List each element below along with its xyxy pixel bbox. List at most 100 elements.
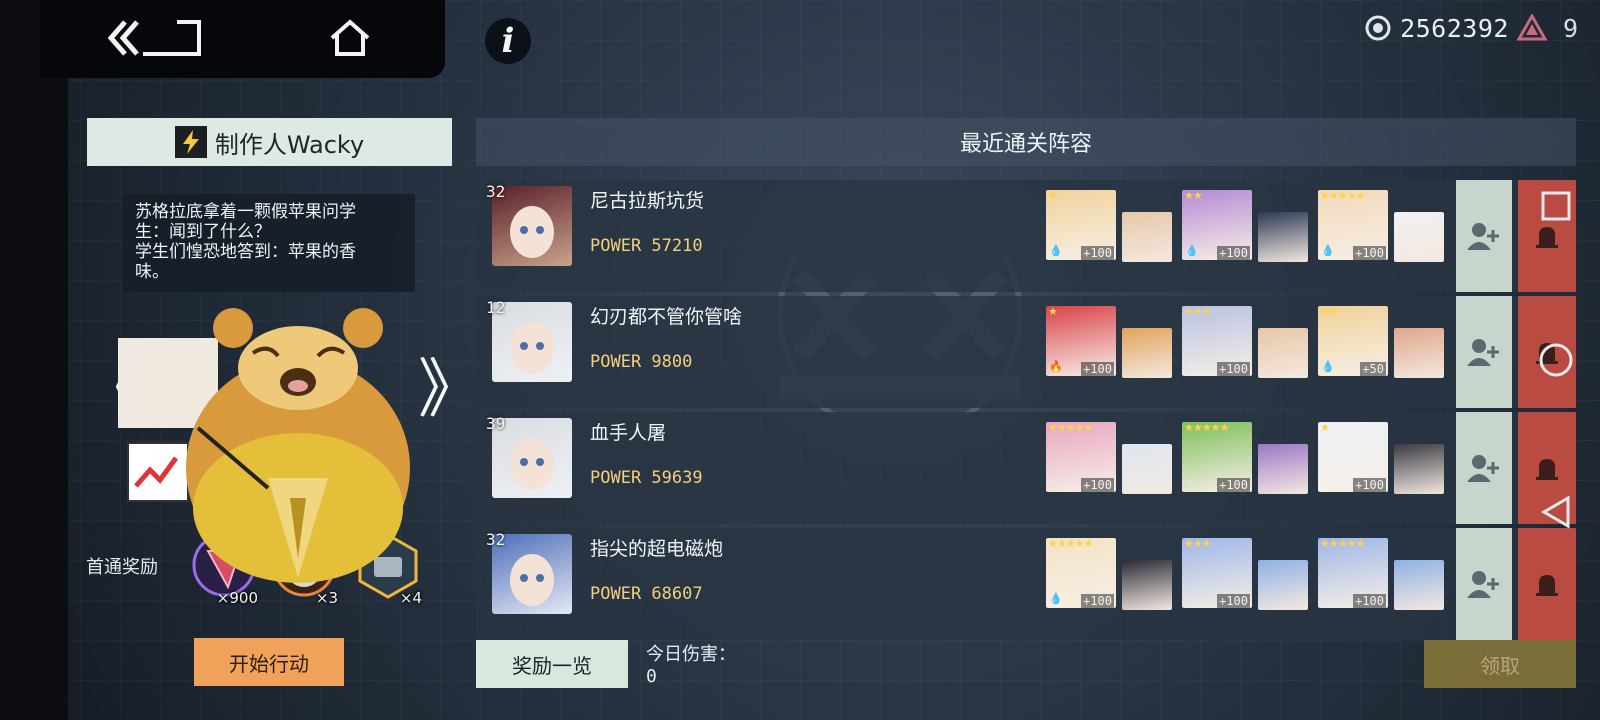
recent-clears-title-bar: 最近通关阵容 [476,118,1576,166]
team-row: 32 尼古拉斯坑货 POWER 57210 ★ 💧 +100 ★★ 💧 +100… [476,180,1576,292]
game-screen: i 2562392 9 制作人Wacky 苏格拉底拿着一颗假苹果问学 生：闻到了… [0,0,1600,720]
lightning-icon [174,126,207,158]
leader-level: 12 [486,298,506,317]
credits-icon [1365,15,1391,41]
circle-icon [1539,343,1573,377]
unit-plus-level: +100 [1217,478,1250,492]
unit-plus-level: +100 [1217,246,1250,260]
system-back-button[interactable] [1536,492,1576,532]
support-unit-portrait [1394,212,1444,262]
unit-plus-level: +100 [1081,594,1114,608]
today-damage-label: 今日伤害： [646,644,736,665]
unit-plus-level: +100 [1353,478,1386,492]
wind-element-icon: 〃 [1321,476,1332,489]
unit-stars: ★★★★★ [1048,538,1093,550]
unit-plus-level: +100 [1081,246,1114,260]
support-unit-portrait [1394,328,1444,378]
recent-apps-button[interactable] [1536,186,1576,226]
team-power: POWER 9800 [590,352,693,372]
unit-pair[interactable]: ★★★ 〃 +100 [1182,538,1308,610]
unit-pair[interactable]: ★★ 💧 +100 [1182,190,1308,262]
unit-plus-level: +100 [1353,246,1386,260]
add-friend-button[interactable] [1456,296,1512,408]
info-icon: i [501,21,515,61]
producer-name: 制作人Wacky [214,130,365,159]
unit-plus-level: +50 [1360,362,1386,376]
unit-stars: ★★★★★ [1320,190,1365,202]
support-unit-portrait [1258,212,1308,262]
team-power: POWER 68607 [590,584,703,604]
player-name: 尼古拉斯坑货 [590,190,705,212]
home-icon [330,19,370,56]
thunder-element-icon: ⚡ [1049,476,1057,489]
add-friend-button[interactable] [1456,528,1512,640]
support-unit-portrait [1394,560,1444,610]
unit-stars: ★★★ [1184,306,1212,318]
unit-pair[interactable]: ★★★★★ 〃 +100 [1182,422,1308,494]
unit-portrait: ★ 🔥 +100 [1046,306,1116,376]
system-home-button[interactable] [1536,340,1576,380]
add-friend-button[interactable] [1456,180,1512,292]
wind-element-icon: 〃 [1185,476,1196,489]
triangle-back-icon [1541,495,1570,529]
unit-portrait: ★★★★★ 〃 +100 [1318,538,1388,608]
unit-portrait: ★★★★★ 〃 +100 [1182,422,1252,492]
unit-plus-level: +100 [1217,362,1250,376]
mascot-bear-illustration [118,308,410,583]
leader-level: 32 [486,530,506,549]
unit-portrait: ★★ 💧 +50 [1318,306,1388,376]
unit-pair[interactable]: ★★★★★ ⚡ +100 [1046,422,1172,494]
reward-list-button[interactable]: 奖励一览 [476,640,628,688]
water-element-icon: 💧 [1049,592,1063,605]
unit-portrait: ★★★★★ 💧 +100 [1318,190,1388,260]
info-button[interactable]: i [485,18,531,64]
unit-pair[interactable]: ★★★ ✦ +100 [1182,306,1308,378]
home-button[interactable] [320,10,380,66]
currency-amount: 2562392 [1400,13,1509,43]
unit-pair[interactable]: ★★★★★ 💧 +100 [1318,190,1444,262]
unit-stars: ★ [1048,190,1058,202]
unit-portrait: ★★★★★ 💧 +100 [1046,538,1116,608]
left-letterbox [0,0,68,720]
unit-stars: ★★★ [1184,538,1212,550]
unit-stars: ★★ [1184,190,1203,202]
unit-portrait: ★★★ ✦ +100 [1182,306,1252,376]
unit-plus-level: +100 [1353,594,1386,608]
back-icon [107,20,201,56]
support-unit-portrait [1122,212,1172,262]
unit-pair[interactable]: ★ 🔥 +100 [1046,306,1172,378]
start-action-button[interactable]: 开始行动 [194,638,344,686]
unit-plus-level: +100 [1217,594,1250,608]
player-name: 指尖的超电磁炮 [590,538,724,560]
unit-pair[interactable]: ★ 〃 +100 [1318,422,1444,494]
unit-plus-level: +100 [1081,478,1114,492]
unit-pair[interactable]: ★★ 💧 +50 [1318,306,1444,378]
unit-stars: ★ [1048,306,1058,318]
unit-stars: ★ [1320,422,1330,434]
system-nav-bar [1514,0,1600,720]
team-row: 39 血手人屠 POWER 59639 ★★★★★ ⚡ +100 ★★★★★ 〃 [476,412,1576,524]
team-row: 32 指尖的超电磁炮 POWER 68607 ★★★★★ 💧 +100 ★★★ [476,528,1576,640]
water-element-icon: 💧 [1321,360,1335,373]
player-name: 幻刃都不管你管啥 [590,306,743,328]
wind-element-icon: 〃 [1321,592,1332,605]
unit-portrait: ★ 〃 +100 [1318,422,1388,492]
add-friend-icon [1467,571,1499,598]
square-icon [1541,191,1571,221]
leader-level: 32 [486,182,506,201]
player-name: 血手人屠 [590,422,667,444]
unit-plus-level: +100 [1081,362,1114,376]
team-row: 12 幻刃都不管你管啥 POWER 9800 ★ 🔥 +100 ★★★ ✦ +1… [476,296,1576,408]
add-friend-button[interactable] [1456,412,1512,524]
water-element-icon: 💧 [1049,244,1063,257]
fire-element-icon: 🔥 [1049,360,1063,373]
unit-portrait: ★★★ 〃 +100 [1182,538,1252,608]
unit-pair[interactable]: ★★★★★ 〃 +100 [1318,538,1444,610]
back-button[interactable] [100,10,210,66]
recent-clears-title: 最近通关阵容 [959,132,1092,157]
add-friend-icon [1467,339,1499,366]
quote-line: 苏格拉底拿着一颗假苹果问学 [135,202,356,222]
unit-pair[interactable]: ★★★★★ 💧 +100 [1046,538,1172,610]
unit-pair[interactable]: ★ 💧 +100 [1046,190,1172,262]
support-unit-portrait [1394,444,1444,494]
